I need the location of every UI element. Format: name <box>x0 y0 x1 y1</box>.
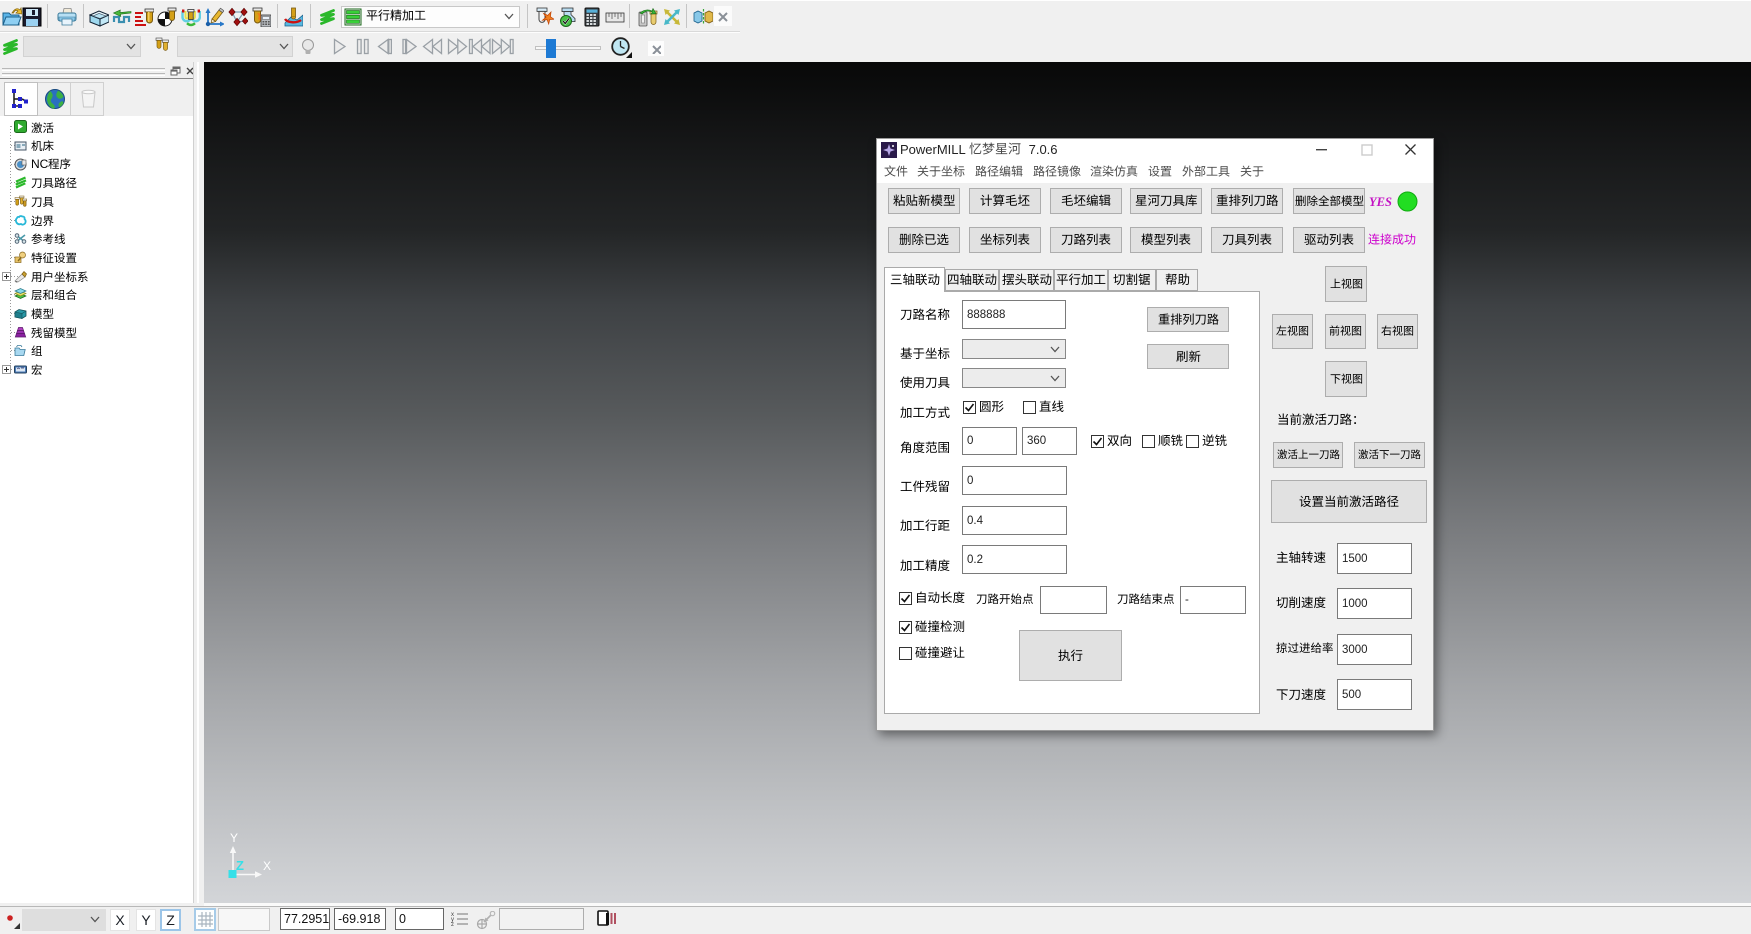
svg-text:z: z <box>451 922 454 928</box>
svg-text:Z: Z <box>236 858 244 873</box>
svg-text:X: X <box>263 859 271 873</box>
svg-text:Y: Y <box>230 831 238 845</box>
